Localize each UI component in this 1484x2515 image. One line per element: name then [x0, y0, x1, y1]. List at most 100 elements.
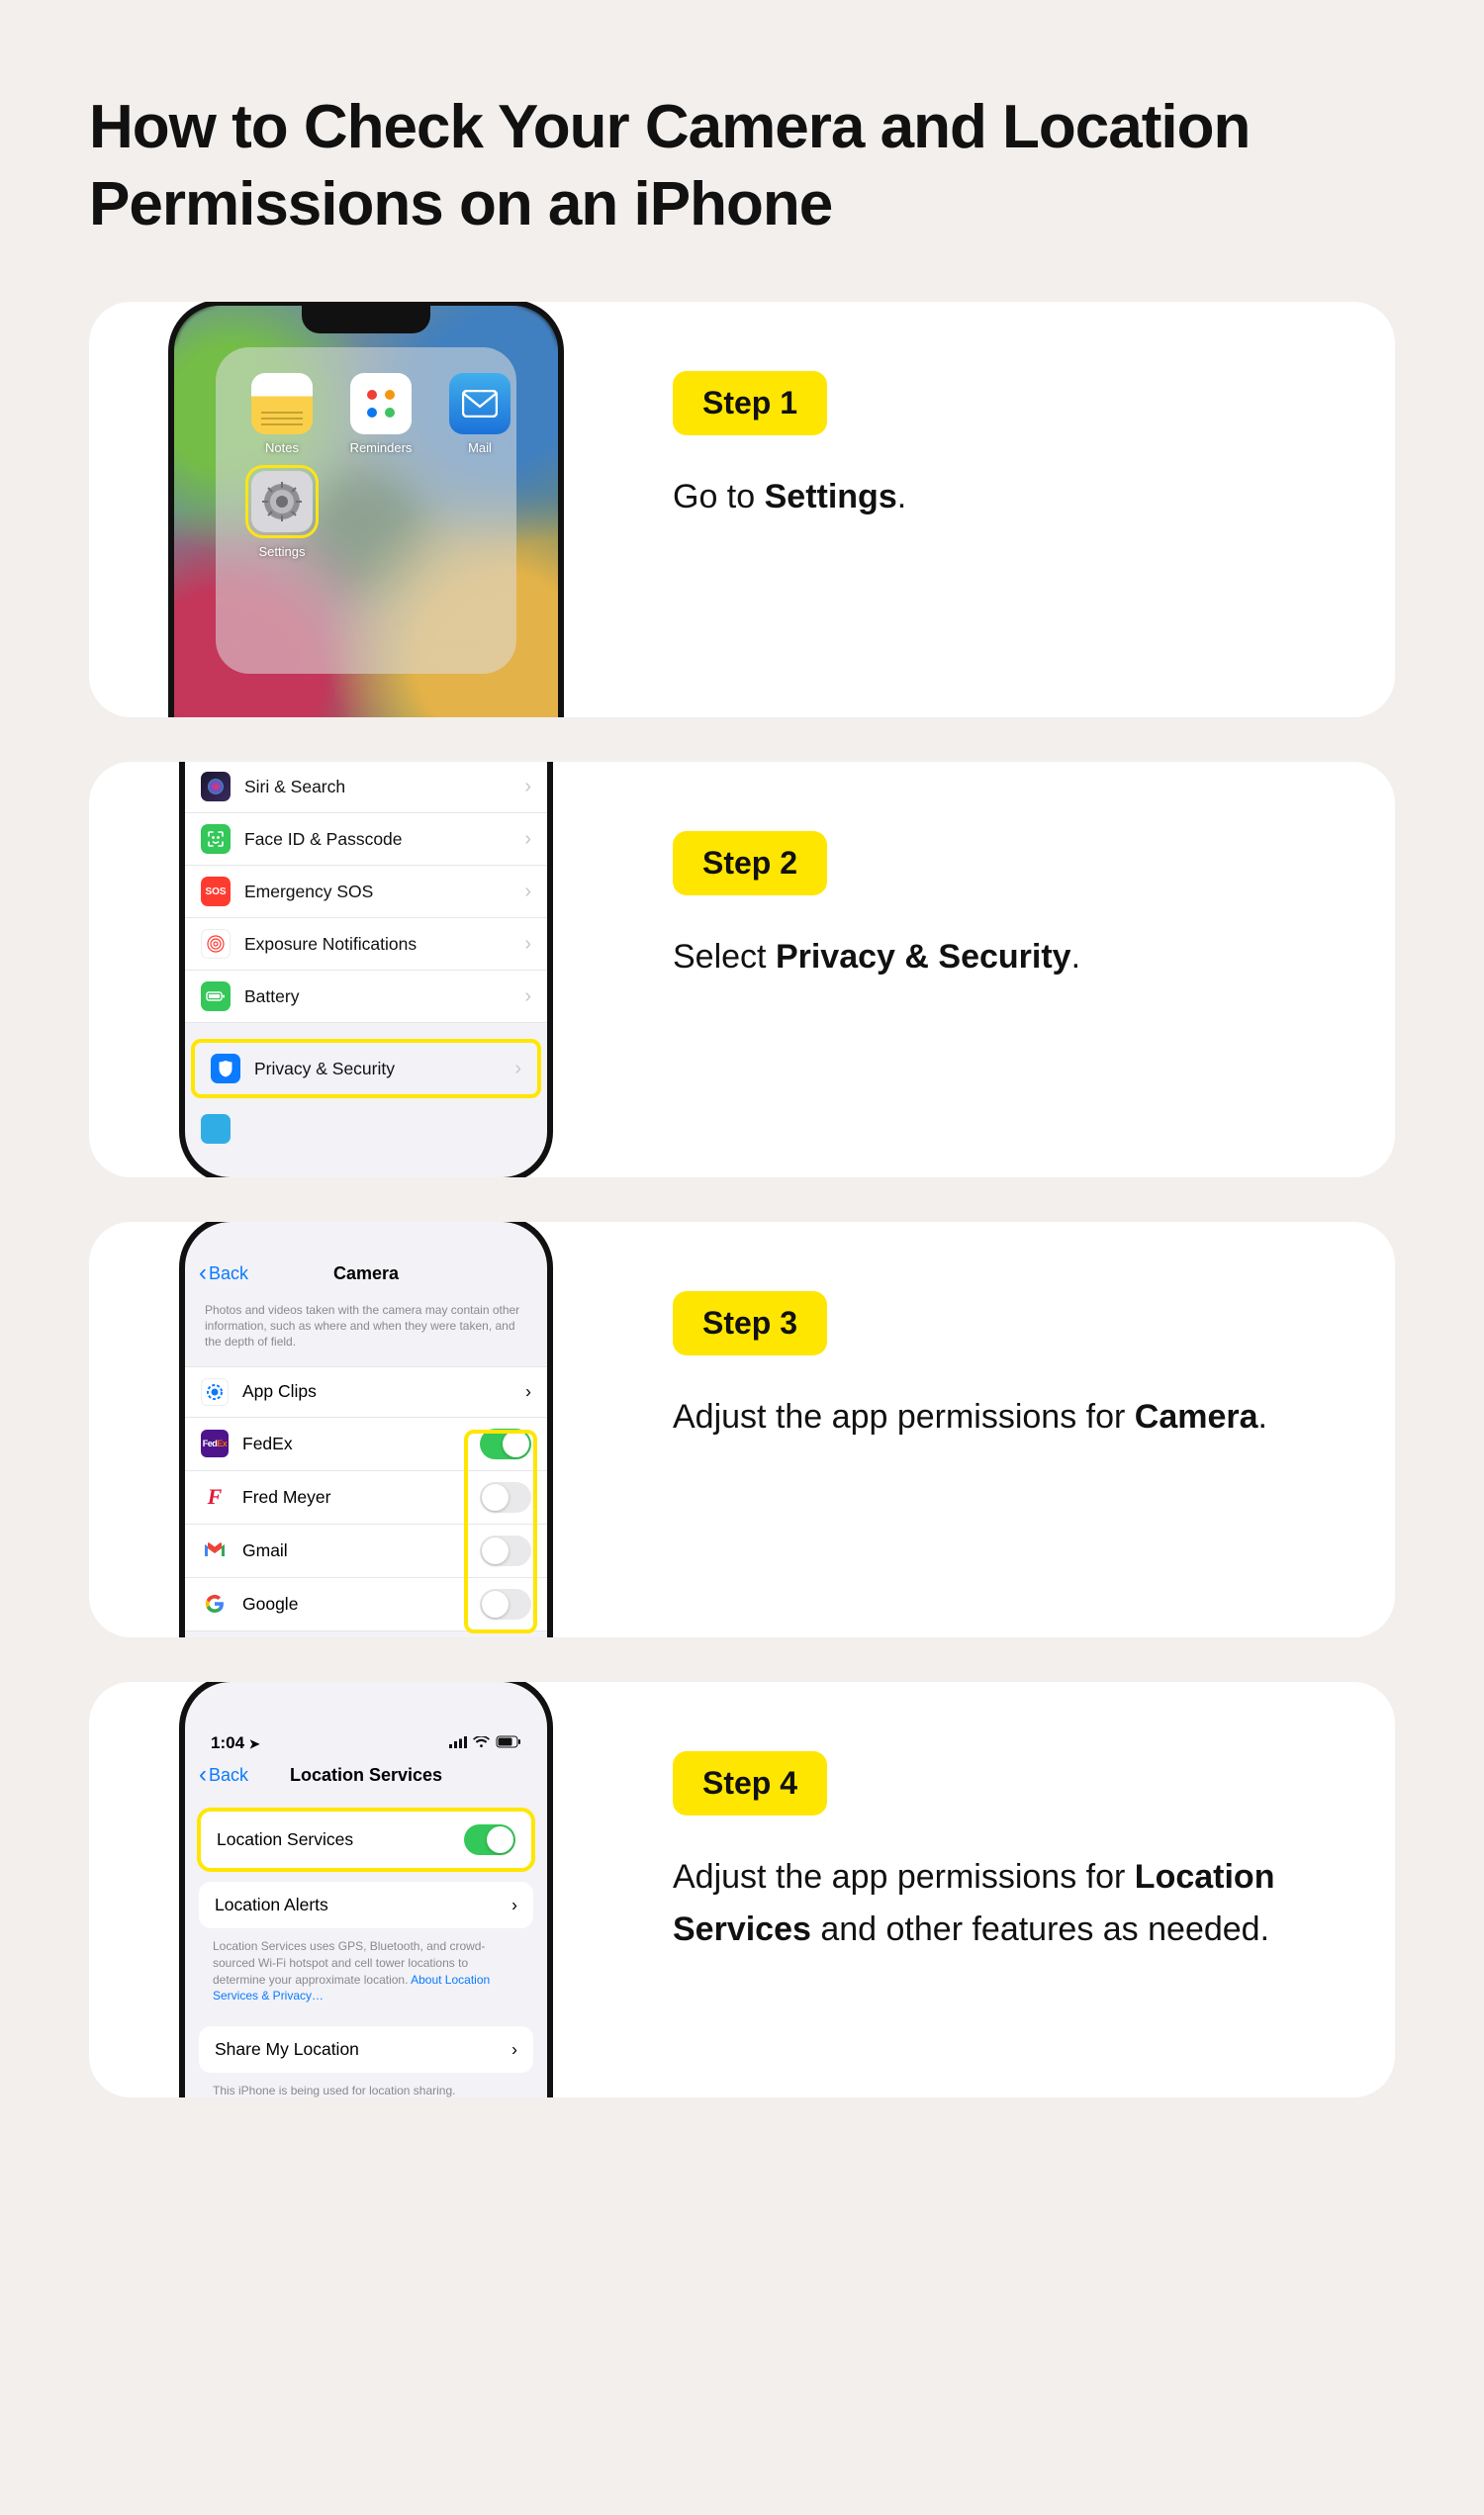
fredmeyer-icon: F: [201, 1483, 229, 1511]
step-1-phone: Notes Reminders: [168, 302, 564, 717]
camera-description: Photos and videos taken with the camera …: [185, 1296, 547, 1366]
step-1-card: Notes Reminders: [89, 302, 1395, 717]
step-3-text: Adjust the app permissions for Camera.: [673, 1391, 1336, 1444]
privacy-icon: [211, 1054, 240, 1083]
gmail-toggle: [480, 1536, 531, 1566]
google-icon: [201, 1590, 229, 1618]
location-arrow-icon: ➤: [249, 1736, 260, 1751]
chevron-right-icon: ›: [514, 1058, 521, 1080]
step-4-badge: Step 4: [673, 1751, 827, 1816]
settings-label: Settings: [259, 544, 306, 559]
reminders-icon: [350, 373, 412, 434]
page-title: How to Check Your Camera and Location Pe…: [89, 89, 1395, 242]
step-3-card: ‹ Back Camera Photos and videos taken wi…: [89, 1222, 1395, 1637]
settings-app: Settings: [237, 465, 326, 559]
privacy-highlight: Privacy & Security ›: [191, 1039, 541, 1098]
step-4-phone: 1:04 ➤: [179, 1682, 553, 2097]
step-2-phone: Wallpaper › StandBy › Siri: [179, 762, 553, 1177]
row-location-alerts: Location Alerts ›: [199, 1882, 533, 1928]
step-3-phone: ‹ Back Camera Photos and videos taken wi…: [179, 1222, 553, 1637]
step-1-text-post: .: [897, 478, 906, 515]
notes-icon: [251, 373, 313, 434]
fedex-toggle: [480, 1429, 531, 1459]
status-time: 1:04 ➤: [211, 1733, 260, 1753]
step-2-text: Select Privacy & Security.: [673, 931, 1336, 983]
chevron-right-icon: ›: [524, 933, 531, 956]
step-1-text-bold: Settings: [765, 478, 897, 515]
chevron-right-icon: ›: [524, 881, 531, 903]
reminders-app: Reminders: [336, 373, 425, 455]
step-3-text-post: .: [1258, 1398, 1267, 1436]
row-exposure: Exposure Notifications ›: [185, 918, 547, 971]
back-button: ‹ Back: [199, 1765, 248, 1786]
phone-notch: [302, 306, 430, 333]
navbar-location: ‹ Back Location Services: [185, 1755, 547, 1798]
step-3-text-bold: Camera: [1135, 1398, 1258, 1436]
step-4-card: 1:04 ➤: [89, 1682, 1395, 2097]
step-1-badge: Step 1: [673, 371, 827, 435]
back-button: ‹ Back: [199, 1263, 248, 1284]
step-2-text-post: .: [1071, 938, 1080, 976]
row-share-location: Share My Location ›: [199, 2026, 533, 2073]
chevron-right-icon: ›: [525, 1381, 531, 1402]
notes-app: Notes: [237, 373, 326, 455]
row-privacy: Privacy & Security ›: [195, 1043, 537, 1094]
step-4-text-pre: Adjust the app permissions for: [673, 1858, 1135, 1896]
wifi-icon: [473, 1735, 490, 1752]
battery-icon: [496, 1735, 521, 1752]
appclips-icon: [201, 1378, 229, 1406]
mail-label: Mail: [468, 440, 492, 455]
dynamic-island: [185, 1700, 302, 1729]
step-3-text-pre: Adjust the app permissions for: [673, 1398, 1135, 1436]
camera-app-list: App Clips › FedEx FedEx F Fred Meyer: [185, 1366, 547, 1631]
exposure-icon: [201, 929, 231, 959]
row-sos: SOS Emergency SOS ›: [185, 866, 547, 918]
reminders-label: Reminders: [350, 440, 413, 455]
row-gmail: Gmail: [185, 1525, 547, 1578]
mail-app: Mail: [435, 373, 524, 455]
status-bar: 1:04 ➤: [185, 1729, 547, 1755]
sos-icon: SOS: [201, 877, 231, 906]
mail-icon: [449, 373, 510, 434]
row-location-services: Location Services: [201, 1812, 531, 1868]
faceid-icon: [201, 824, 231, 854]
location-footnote: Location Services uses GPS, Bluetooth, a…: [185, 1928, 547, 2008]
navbar-title: Location Services: [290, 1765, 442, 1786]
share-footnote: This iPhone is being used for location s…: [185, 2073, 547, 2097]
step-1-text: Go to Settings.: [673, 471, 1336, 523]
next-section-peek-icon: [201, 1114, 231, 1144]
step-3-badge: Step 3: [673, 1291, 827, 1355]
location-services-highlight: Location Services: [197, 1808, 535, 1872]
location-services-toggle: [464, 1824, 515, 1855]
signal-icon: [449, 1735, 467, 1752]
location-alerts-section: Location Alerts ›: [199, 1882, 533, 1928]
chevron-left-icon: ‹: [199, 1768, 207, 1782]
row-faceid: Face ID & Passcode ›: [185, 813, 547, 866]
chevron-left-icon: ‹: [199, 1266, 207, 1280]
share-location-section: Share My Location ›: [199, 2026, 533, 2073]
step-2-text-bold: Privacy & Security: [776, 938, 1071, 976]
row-google: Google: [185, 1578, 547, 1631]
chevron-right-icon: ›: [524, 828, 531, 851]
step-1-text-pre: Go to: [673, 478, 765, 515]
settings-icon: [251, 471, 313, 532]
siri-icon: [201, 772, 231, 801]
chevron-right-icon: ›: [511, 1895, 517, 1915]
step-4-text: Adjust the app permissions for Location …: [673, 1851, 1336, 1955]
navbar-camera: ‹ Back Camera: [185, 1254, 547, 1296]
notes-label: Notes: [265, 440, 299, 455]
step-4-text-post: and other features as needed.: [811, 1910, 1269, 1948]
fredmeyer-toggle: [480, 1482, 531, 1513]
settings-highlight: [245, 465, 319, 538]
google-toggle: [480, 1589, 531, 1620]
settings-list: Wallpaper › StandBy › Siri: [185, 762, 547, 1023]
fedex-icon: FedEx: [201, 1430, 229, 1457]
row-fedex: FedEx FedEx: [185, 1418, 547, 1471]
step-2-badge: Step 2: [673, 831, 827, 895]
row-siri: Siri & Search ›: [185, 762, 547, 813]
step-2-card: Wallpaper › StandBy › Siri: [89, 762, 1395, 1177]
navbar-title: Camera: [333, 1263, 399, 1284]
battery-icon: [201, 981, 231, 1011]
row-battery: Battery ›: [185, 971, 547, 1023]
row-appclips: App Clips ›: [185, 1367, 547, 1418]
